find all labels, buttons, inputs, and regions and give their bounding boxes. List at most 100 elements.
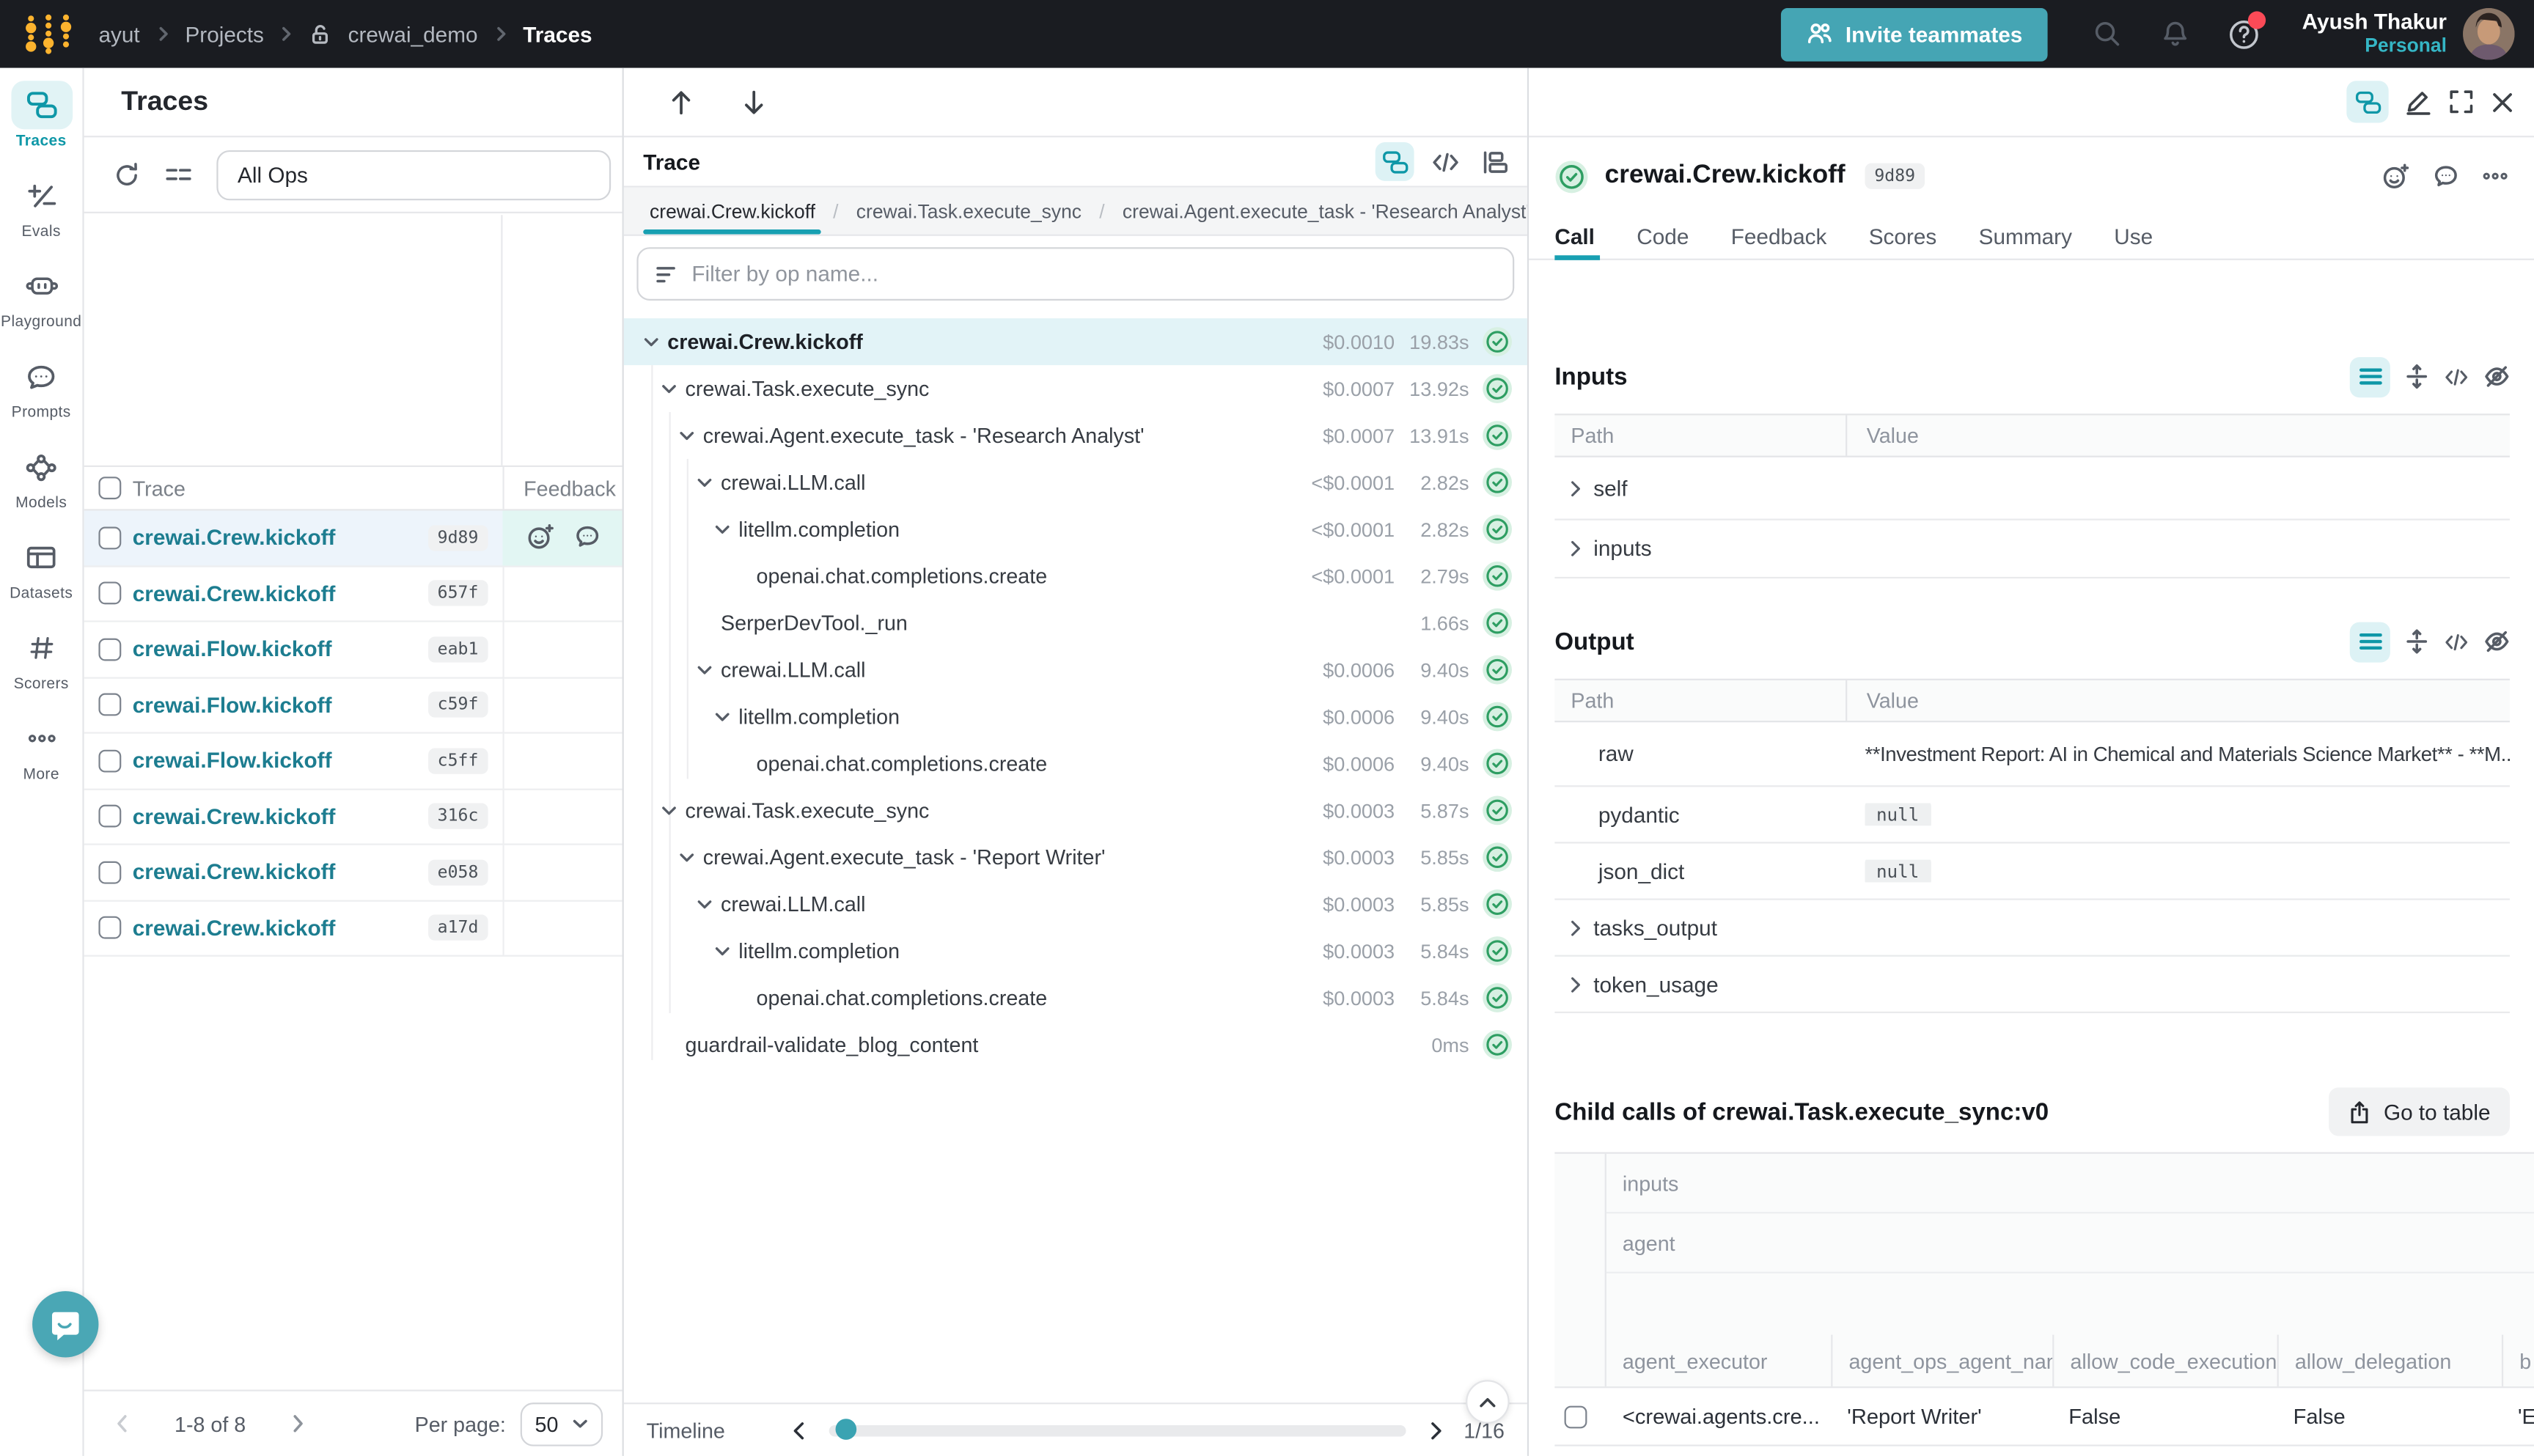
table-row[interactable]: crewai.Flow.kickoff c59f — [84, 678, 623, 734]
trace-link[interactable]: crewai.Crew.kickoff — [133, 526, 428, 550]
trace-tab[interactable]: crewai.Crew.kickoff — [643, 188, 822, 235]
chevron-right-icon[interactable] — [1569, 975, 1582, 993]
output-row-token-usage[interactable]: token_usage — [1554, 972, 1846, 996]
chevron-down-icon[interactable] — [714, 944, 730, 957]
code-icon[interactable] — [2444, 366, 2469, 387]
page-prev-icon[interactable] — [113, 1412, 132, 1435]
row-checkbox[interactable] — [98, 694, 121, 716]
column-header[interactable]: allow_code_execution — [2052, 1335, 2277, 1387]
table-row[interactable]: crewai.Crew.kickoff 316c — [84, 790, 623, 845]
chevron-down-icon[interactable] — [697, 897, 713, 911]
smiley-plus-icon[interactable] — [2382, 163, 2409, 190]
trace-tree-row[interactable]: openai.chat.completions.create $0.0003 5… — [624, 974, 1527, 1021]
column-header[interactable]: agent_ops_agent_nan — [1831, 1335, 2052, 1387]
row-checkbox[interactable] — [98, 526, 121, 549]
trace-link[interactable]: crewai.Crew.kickoff — [133, 804, 428, 828]
expand-icon[interactable] — [2448, 89, 2474, 114]
tree-view-button[interactable] — [2346, 81, 2388, 122]
table-row[interactable]: crewai.Flow.kickoff eab1 — [84, 622, 623, 678]
user-menu[interactable]: Ayush Thakur Personal — [2302, 10, 2447, 58]
trace-tree-row[interactable]: crewai.Task.execute_sync $0.0007 13.92s — [624, 365, 1527, 412]
close-icon[interactable] — [2491, 89, 2515, 114]
chevron-down-icon[interactable] — [714, 523, 730, 536]
chevron-down-icon[interactable] — [714, 710, 730, 724]
table-row[interactable]: crewai.Flow.kickoff c5ff — [84, 734, 623, 790]
tab-call[interactable]: Call — [1554, 215, 1615, 259]
row-checkbox[interactable] — [98, 582, 121, 605]
trace-link[interactable]: crewai.Crew.kickoff — [133, 916, 428, 940]
chevron-down-icon[interactable] — [697, 476, 713, 489]
table-row[interactable]: crewai.Crew.kickoff 9d89 — [84, 510, 623, 566]
sidebar-item-more[interactable]: More — [0, 714, 82, 784]
chevron-down-icon[interactable] — [697, 663, 713, 677]
trace-tree-row[interactable]: crewai.LLM.call <$0.0001 2.82s — [624, 459, 1527, 506]
go-to-table-button[interactable]: Go to table — [2329, 1087, 2510, 1136]
invite-teammates-button[interactable]: Invite teammates — [1781, 7, 2049, 61]
table-row[interactable]: <crewai.agents.cre... 'Research Analyst'… — [1554, 1444, 2534, 1455]
refresh-icon[interactable] — [113, 161, 140, 188]
trace-tree-row[interactable]: crewai.Task.execute_sync $0.0003 5.87s — [624, 787, 1527, 834]
trace-tree-row[interactable]: openai.chat.completions.create $0.0006 9… — [624, 740, 1527, 787]
column-header[interactable]: b — [2502, 1335, 2534, 1387]
trace-link[interactable]: crewai.Crew.kickoff — [133, 581, 428, 606]
sidebar-item-models[interactable]: Models — [0, 443, 82, 512]
arrow-up-icon[interactable] — [669, 88, 693, 115]
row-checkbox[interactable] — [98, 916, 121, 939]
sidebar-item-prompts[interactable]: Prompts — [0, 352, 82, 422]
trace-tree-row[interactable]: litellm.completion <$0.0001 2.82s — [624, 506, 1527, 553]
input-row-self[interactable]: self — [1554, 476, 1846, 500]
trace-column-header[interactable]: Trace — [133, 476, 503, 500]
avatar[interactable] — [2463, 8, 2515, 60]
trace-tab[interactable]: crewai.Agent.execute_task - 'Research An… — [1116, 188, 1527, 235]
trace-tree-row[interactable]: litellm.completion $0.0006 9.40s — [624, 694, 1527, 740]
expand-rows-icon[interactable] — [2405, 364, 2429, 389]
tab-code[interactable]: Code — [1616, 215, 1710, 259]
trace-tree-row[interactable]: crewai.LLM.call $0.0003 5.85s — [624, 880, 1527, 927]
raw-value[interactable]: **Investment Report: AI in Chemical and … — [1846, 743, 2510, 765]
trace-tree-row[interactable]: crewai.LLM.call $0.0006 9.40s — [624, 647, 1527, 694]
breadcrumb-projects[interactable]: Projects — [185, 22, 264, 46]
select-all-checkbox[interactable] — [98, 477, 121, 499]
scroll-to-top-button[interactable] — [1466, 1380, 1510, 1424]
chevron-right-icon[interactable] — [1569, 479, 1582, 497]
breadcrumb-project[interactable]: crewai_demo — [348, 22, 478, 46]
trace-tree-row[interactable]: crewai.Agent.execute_task - 'Report Writ… — [624, 834, 1527, 880]
more-dots-icon[interactable] — [2482, 172, 2508, 181]
smiley-plus-icon[interactable] — [526, 524, 553, 551]
expand-rows-icon[interactable] — [2405, 628, 2429, 654]
row-checkbox[interactable] — [98, 638, 121, 661]
page-next-icon[interactable] — [288, 1412, 307, 1435]
table-row[interactable]: <crewai.agents.cre... 'Report Writer' Fa… — [1554, 1386, 2534, 1444]
chevron-down-icon[interactable] — [661, 804, 677, 817]
trace-tree-row[interactable]: guardrail-validate_blog_content 0ms — [624, 1021, 1527, 1068]
trace-tree-row[interactable]: litellm.completion $0.0003 5.84s — [624, 927, 1527, 974]
sidebar-item-playground[interactable]: Playground — [0, 262, 82, 331]
tab-use[interactable]: Use — [2093, 215, 2174, 259]
chevron-right-icon[interactable] — [1569, 540, 1582, 557]
arrow-down-icon[interactable] — [742, 88, 766, 115]
column-header[interactable]: allow_delegation — [2277, 1335, 2502, 1387]
chevron-down-icon[interactable] — [643, 335, 659, 348]
timeline-prev-icon[interactable] — [790, 1419, 807, 1441]
chevron-right-icon[interactable] — [1569, 919, 1582, 936]
row-checkbox[interactable] — [1565, 1405, 1587, 1427]
per-page-select[interactable]: 50 — [521, 1402, 603, 1446]
trace-tree-row[interactable]: openai.chat.completions.create <$0.0001 … — [624, 553, 1527, 600]
columns-icon[interactable] — [165, 161, 192, 187]
sidebar-item-traces[interactable]: Traces — [0, 81, 82, 150]
trace-link[interactable]: crewai.Flow.kickoff — [133, 749, 428, 773]
tab-scores[interactable]: Scores — [1848, 215, 1958, 259]
table-row[interactable]: crewai.Crew.kickoff 657f — [84, 567, 623, 622]
timeline-slider[interactable] — [829, 1424, 1406, 1435]
code-icon[interactable] — [2444, 631, 2469, 652]
timeline-next-icon[interactable] — [1427, 1419, 1444, 1441]
input-row-inputs[interactable]: inputs — [1554, 537, 1846, 561]
trace-tree-row[interactable]: SerperDevTool._run 1.66s — [624, 600, 1527, 647]
trace-tree-row[interactable]: crewai.Agent.execute_task - 'Research An… — [624, 412, 1527, 459]
support-chat-button[interactable] — [32, 1291, 98, 1357]
code-view-button[interactable] — [1425, 142, 1464, 181]
trace-tab[interactable]: crewai.Task.execute_sync — [850, 188, 1088, 235]
timeline-slider-thumb[interactable] — [835, 1419, 856, 1440]
wandb-logo[interactable] — [21, 13, 76, 55]
row-checkbox[interactable] — [98, 805, 121, 828]
